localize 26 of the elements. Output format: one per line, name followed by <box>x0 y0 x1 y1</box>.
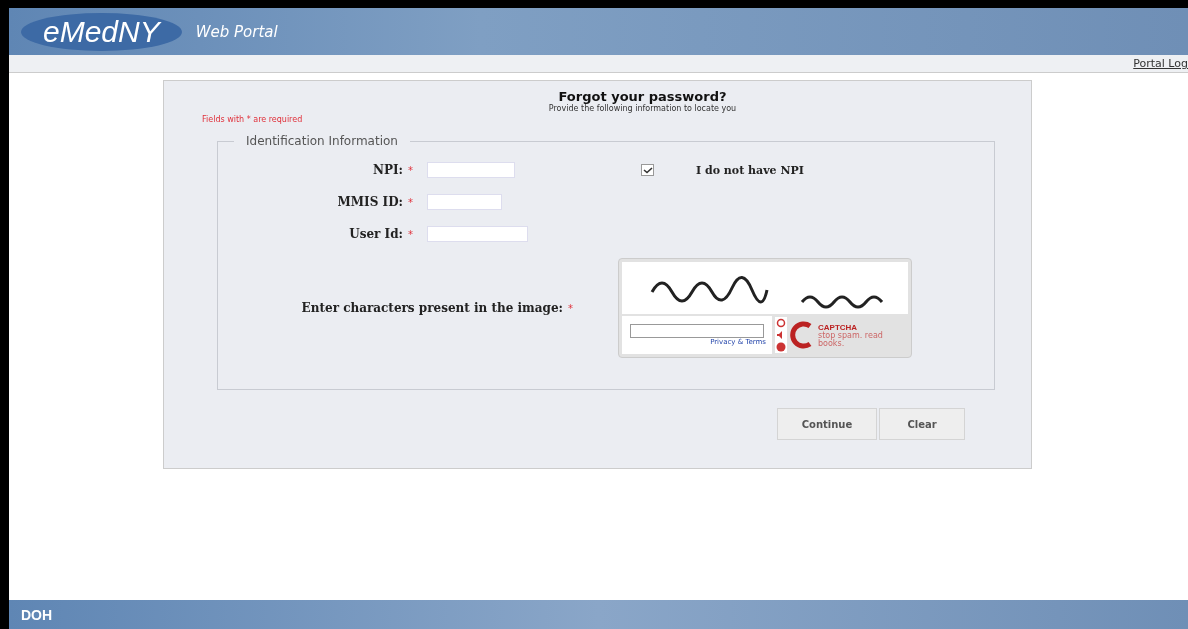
captcha-logo-text: CAPTCHA <box>818 322 859 332</box>
input-field[interactable] <box>427 162 515 178</box>
field-label: MMIS ID: <box>336 195 403 209</box>
form-button[interactable]: Clear <box>879 408 965 440</box>
portal-subtitle: Web Portal <box>195 22 278 41</box>
checkbox-label: I do not have NPI <box>696 163 804 177</box>
form-button[interactable]: Continue <box>777 408 877 440</box>
required-label: * <box>408 228 413 240</box>
field-label: NPI: <box>371 163 403 177</box>
required-label: * <box>408 196 413 208</box>
captcha-tagline: stop spam. read books. <box>818 331 884 348</box>
portal-login-link[interactable]: Portal Log <box>1133 57 1188 70</box>
required-label: * <box>408 164 413 176</box>
checkbox[interactable] <box>641 164 654 176</box>
doh-logo: DOH <box>21 606 53 623</box>
emedny-logo: eMedNY <box>21 12 182 51</box>
page-subtitle: Provide the following information to locate you <box>547 104 738 113</box>
captcha-input[interactable] <box>630 324 764 338</box>
required-note: Fields with * are required <box>202 115 304 124</box>
input-field[interactable] <box>427 226 528 242</box>
required-label: * <box>568 302 573 314</box>
captcha-label: Enter characters present in the image: <box>300 301 563 315</box>
input-field[interactable] <box>427 194 502 210</box>
field-label: User Id: <box>348 227 403 241</box>
fieldset-legend: Identification Information <box>234 134 410 148</box>
page-title: Forgot your password? <box>558 89 728 104</box>
